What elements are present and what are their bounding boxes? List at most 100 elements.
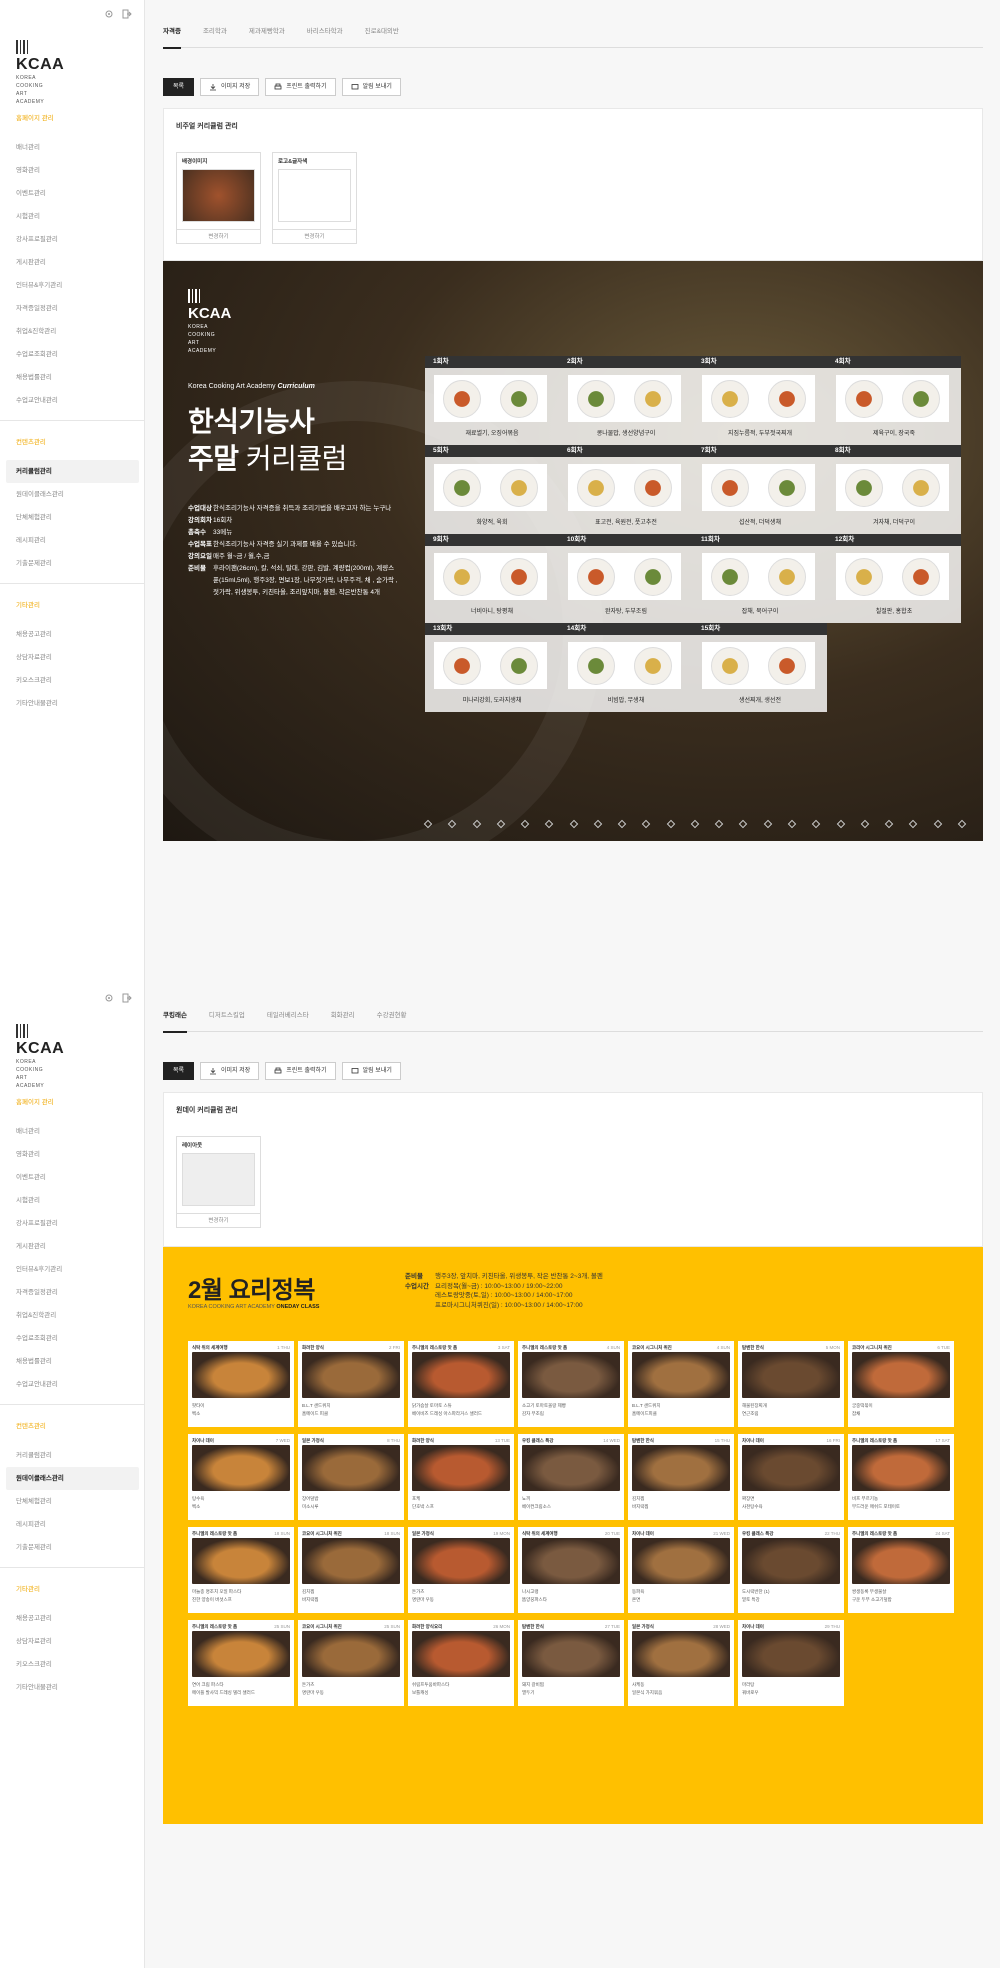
menu-item[interactable]: 단체체험관리	[0, 1490, 145, 1513]
menu-item[interactable]: 영화관리	[0, 159, 145, 182]
menu-item[interactable]: 기타안내물관리	[0, 1676, 145, 1699]
logout-icon[interactable]	[122, 993, 132, 1003]
menu-item[interactable]: 수업교안내관리	[0, 1373, 145, 1396]
menu-item[interactable]: 배너관리	[0, 136, 145, 159]
class-card[interactable]: 코요이 시그니처 퀴진 18 SUN 김치찜 바지락찜	[298, 1527, 404, 1613]
menu-item[interactable]: 시험관리	[0, 1189, 145, 1212]
class-card[interactable]: 일본 가정식 8 THU 장어덮밥 미소시루	[298, 1434, 404, 1520]
menu-item[interactable]: 취업&진학관리	[0, 1304, 145, 1327]
menu-item[interactable]: 원데이클래스관리	[0, 483, 145, 506]
tab-dessert[interactable]: 디저트스킬업	[209, 1006, 245, 1032]
class-card[interactable]: 차이나 데이 7 WED 탕수육 벡소	[188, 1434, 294, 1520]
tab-cooking-lesson[interactable]: 쿠킹래슨	[163, 1006, 187, 1033]
menu-item[interactable]: 강사프로필관리	[0, 1212, 145, 1235]
session-images	[434, 375, 547, 422]
change-button[interactable]: 변경하기	[177, 1213, 260, 1227]
tab-career[interactable]: 진로&대외반	[365, 22, 399, 48]
menu-item[interactable]: 레시피관리	[0, 529, 145, 552]
menu-item[interactable]: 인터뷰&후기관리	[0, 1258, 145, 1281]
class-card[interactable]: 탐벤한 한식 15 THU 김치찜 바지락찜	[628, 1434, 734, 1520]
class-card[interactable]: 코요이 시그니처 퀴진 4 SUN B.L.T 샌드위치 홈메이드피클	[628, 1341, 734, 1427]
menu-item[interactable]: 게시판관리	[0, 251, 145, 274]
session-number: 5회차	[425, 445, 559, 457]
class-card[interactable]: 우킹 클래스 특강 22 THU 도시락반찬 (1) 밑토 특강	[738, 1527, 844, 1613]
list-button[interactable]: 목록	[163, 78, 194, 96]
menu-item[interactable]: 시험관리	[0, 205, 145, 228]
tab-bakery[interactable]: 제과제빵학과	[249, 22, 285, 48]
menu-item[interactable]: 레시피관리	[0, 1513, 145, 1536]
change-button[interactable]: 변경하기	[177, 229, 260, 243]
menu-item-curriculum-active[interactable]: 커리큘럼관리	[6, 460, 139, 483]
tab-barista[interactable]: 테일러베리스타	[267, 1006, 309, 1032]
tab-license[interactable]: 자격증	[163, 22, 181, 49]
menu-item-oneday-active[interactable]: 원데이클래스관리	[6, 1467, 139, 1490]
menu-item[interactable]: 영화관리	[0, 1143, 145, 1166]
class-card[interactable]: 주니엘의 레스토랑 맛 품 17 SAT 비프 부르기뇽 부드러운 매쉬드 포테이토	[848, 1434, 954, 1520]
menu-item[interactable]: 배너관리	[0, 1120, 145, 1143]
menu-item[interactable]: 상담자료관리	[0, 1630, 145, 1653]
gear-icon[interactable]	[104, 9, 114, 19]
class-card[interactable]: 탐벤한 한식 27 TUE 돼지 갈비찜 멸두기	[518, 1620, 624, 1706]
menu-item[interactable]: 기출문제관리	[0, 1536, 145, 1559]
class-card[interactable]: 일본 가정식 28 WED 사케동 일본식 가지볶음	[628, 1620, 734, 1706]
menu-item[interactable]: 상담자료관리	[0, 646, 145, 669]
class-card[interactable]: 일본 가정식 19 MON 돈가츠 명란마 우동	[408, 1527, 514, 1613]
class-card[interactable]: 코리아 시그니처 퀴진 6 TUE 궁중떡볶이 잡채	[848, 1341, 954, 1427]
menu-item[interactable]: 기타안내물관리	[0, 692, 145, 715]
class-card[interactable]: 식탁 위의 세계여행 1 THU 팟타이 벡소	[188, 1341, 294, 1427]
menu-item[interactable]: 수업료조회관리	[0, 1327, 145, 1350]
class-card[interactable]: 차이나 데이 29 THU 마라탕 꿔바로우	[738, 1620, 844, 1706]
class-card[interactable]: 탐벤한 한식 5 MON 해물된장찌개 연근조림	[738, 1341, 844, 1427]
class-card[interactable]: 주니엘의 레스토랑 맛 품 25 SUN 연어 크림 파스타 메이플 발사믹 드레싱 …	[188, 1620, 294, 1706]
gear-icon[interactable]	[104, 993, 114, 1003]
menu-item[interactable]: 수업료조회관리	[0, 343, 145, 366]
print-button[interactable]: 프린트 출력하기	[265, 1062, 336, 1080]
send-button[interactable]: 알림 보내기	[341, 78, 401, 96]
tab-barista[interactable]: 바리스타학과	[307, 22, 343, 48]
menu-item[interactable]: 이벤트관리	[0, 182, 145, 205]
class-photo	[632, 1538, 730, 1584]
menu-item[interactable]: 키오스크관리	[0, 669, 145, 692]
class-card[interactable]: 화려한 양식 2 FRI B.L.T 샌드위치 홈메이드 피클	[298, 1341, 404, 1427]
menu-item[interactable]: 기출문제관리	[0, 552, 145, 575]
tab-session[interactable]: 회화관리	[331, 1006, 355, 1032]
class-card[interactable]: 차이나 데이 16 FRI 짜장면 사천탕수육	[738, 1434, 844, 1520]
class-card[interactable]: 주니엘의 레스토랑 맛 품 3 SAT 닭가슴살 토마토 스튜 베이비즈 드레싱 아스…	[408, 1341, 514, 1427]
change-button[interactable]: 변경하기	[273, 229, 356, 243]
logo[interactable]: KCAA KOREA COOKING ART ACADEMY	[16, 1024, 64, 1089]
menu-item[interactable]: 채용법률관리	[0, 1350, 145, 1373]
class-photo	[632, 1352, 730, 1398]
class-card[interactable]: 화려한 양식 13 TUE 포케 단호박 스프	[408, 1434, 514, 1520]
menu-item[interactable]: 커리큘럼관리	[0, 1444, 145, 1467]
tab-ticket[interactable]: 수강권현황	[377, 1006, 407, 1032]
save-image-button[interactable]: 이미지 저장	[200, 78, 260, 96]
logout-icon[interactable]	[122, 9, 132, 19]
logo[interactable]: KCAA KOREA COOKING ART ACADEMY	[16, 40, 64, 105]
menu-item[interactable]: 키오스크관리	[0, 1653, 145, 1676]
class-card[interactable]: 차이나 데이 21 WED 동파육 온면	[628, 1527, 734, 1613]
class-card[interactable]: 주니엘의 레스토랑 맛 품 24 SAT 쌍생동록 무생물살 구운 두부 소고기덮밥	[848, 1527, 954, 1613]
tab-cooking[interactable]: 조리학과	[203, 22, 227, 48]
menu-item[interactable]: 수업교안내관리	[0, 389, 145, 412]
send-button[interactable]: 알림 보내기	[341, 1062, 401, 1080]
save-image-button[interactable]: 이미지 저장	[200, 1062, 260, 1080]
menu-item[interactable]: 취업&진학관리	[0, 320, 145, 343]
menu-item[interactable]: 게시판관리	[0, 1235, 145, 1258]
menu-item[interactable]: 단체체험관리	[0, 506, 145, 529]
class-card[interactable]: 주니엘의 레스토랑 맛 품 18 SUN 마늘종 명조치 오일 파스타 진한 양송이 …	[188, 1527, 294, 1613]
menu-item[interactable]: 채용법률관리	[0, 366, 145, 389]
menu-item[interactable]: 채용공고관리	[0, 1607, 145, 1630]
class-card[interactable]: 코요이 시그니처 퀴진 25 SUN 돈가츠 명란마 우동	[298, 1620, 404, 1706]
menu-item[interactable]: 이벤트관리	[0, 1166, 145, 1189]
menu-item[interactable]: 자격증일정관리	[0, 1281, 145, 1304]
menu-item[interactable]: 강사프로필관리	[0, 228, 145, 251]
menu-item[interactable]: 채용공고관리	[0, 623, 145, 646]
class-card[interactable]: 화려한 양식요리 26 MON 쉬림프투움바파스타 보틀캐싱	[408, 1620, 514, 1706]
menu-item[interactable]: 자격증일정관리	[0, 297, 145, 320]
class-card[interactable]: 주니엘의 레스토랑 맛 품 4 SUN 소고기 토마토올랑 제빵 감자 무조림	[518, 1341, 624, 1427]
print-button[interactable]: 프린트 출력하기	[265, 78, 336, 96]
class-card[interactable]: 우킹 클래스 특강 14 WED 뇨끼 베이컨크림소스	[518, 1434, 624, 1520]
class-card[interactable]: 식탁 위의 세계여행 20 TUE 나시고랭 똠양꿍파스타	[518, 1527, 624, 1613]
list-button[interactable]: 목록	[163, 1062, 194, 1080]
menu-item[interactable]: 인터뷰&후기관리	[0, 274, 145, 297]
